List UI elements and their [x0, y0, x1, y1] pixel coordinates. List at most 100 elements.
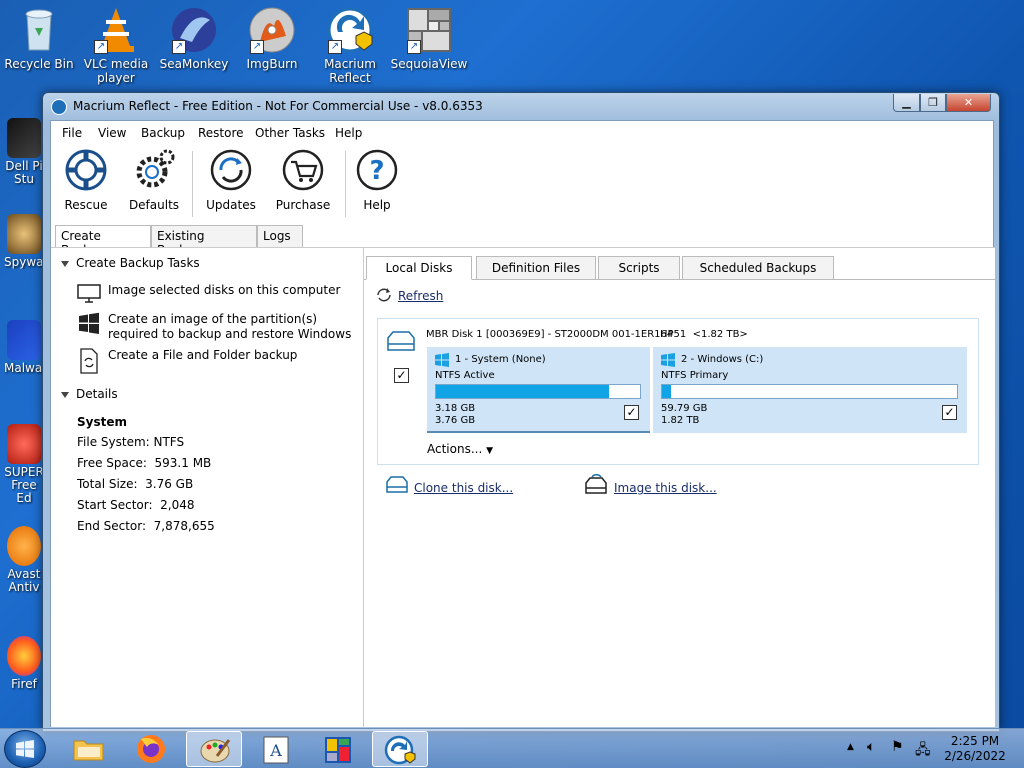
avast-icon	[7, 526, 41, 566]
maximize-button[interactable]: ❐	[920, 94, 946, 112]
tab-scheduled-backups[interactable]: Scheduled Backups	[682, 256, 834, 280]
tab-local-disks[interactable]: Local Disks	[366, 256, 472, 280]
image-disk-link[interactable]: Image this disk...	[614, 481, 717, 495]
refresh-icon[interactable]	[375, 286, 393, 304]
desktop-icon-label: Spywar	[4, 255, 44, 269]
desktop-icon-dell[interactable]: Dell Pi Stu	[4, 118, 44, 186]
actions-dropdown[interactable]: Actions... ▼	[427, 442, 493, 456]
shortcut-arrow-icon: ↗	[250, 40, 264, 54]
help-button[interactable]: ? Help	[347, 148, 407, 212]
disk-panel: ✓ MBR Disk 1 [000369E9] - ST2000DM 001-1…	[377, 318, 979, 465]
partition-checkbox[interactable]: ✓	[942, 405, 957, 420]
updates-button[interactable]: Updates	[201, 148, 261, 212]
partition-checkbox[interactable]: ✓	[624, 405, 639, 420]
detail-total-size: Total Size: 3.76 GB	[77, 477, 194, 491]
start-button[interactable]	[4, 730, 46, 768]
defaults-label: Defaults	[128, 198, 180, 212]
title-bar[interactable]: Macrium Reflect - Free Edition - Not For…	[43, 93, 999, 120]
taskbar-explorer[interactable]	[60, 731, 116, 767]
clone-disk-link[interactable]: Clone this disk...	[414, 481, 513, 495]
image-disk-icon	[585, 474, 607, 494]
detail-file-system: File System: NTFS	[77, 435, 185, 449]
desktop-icon-label: VLC media player	[83, 57, 149, 85]
desktop-icon-label: SeaMonkey	[159, 57, 229, 71]
taskbar-wordpad[interactable]: A	[248, 731, 304, 767]
rescue-label: Rescue	[64, 198, 108, 212]
folder-icon	[73, 740, 104, 761]
network-icon[interactable]: 🖧︎	[915, 739, 931, 763]
taskbar-firefox[interactable]	[123, 731, 179, 767]
windows-logo-icon	[435, 353, 449, 367]
task-file-folder-backup[interactable]: Create a File and Folder backup	[77, 348, 357, 374]
desktop-icon-imgburn[interactable]: ↗ ImgBurn	[233, 6, 311, 71]
task-label: Create an image of the partition(s) requ…	[108, 312, 352, 341]
detail-start-sector: Start Sector: 2,048	[77, 498, 195, 512]
show-hidden-icons-arrow[interactable]: ▲	[847, 742, 854, 752]
close-button[interactable]: ✕	[946, 94, 991, 112]
desktop-icon-label: Malwar	[4, 361, 44, 375]
paint-palette-icon	[200, 739, 231, 763]
hard-disk-icon	[387, 331, 415, 351]
desktop-icon-macrium[interactable]: ↗ Macrium Reflect	[311, 6, 389, 85]
desktop-icon-sequoiaview[interactable]: ↗ SequoiaView	[390, 6, 468, 71]
windows-orb-icon	[16, 740, 34, 758]
details-section-header[interactable]: Details	[61, 387, 118, 401]
desktop-icon-super[interactable]: SUPER Free Ed	[4, 424, 44, 505]
partition-type: NTFS Active	[435, 370, 495, 381]
task-image-windows-partitions[interactable]: Create an image of the partition(s) requ…	[77, 312, 367, 344]
desktop-icon-seamonkey[interactable]: ↗ SeaMonkey	[155, 6, 233, 71]
firefox-icon	[7, 636, 41, 676]
partition-system[interactable]: 1 - System (None) NTFS Active 3.18 GB 3.…	[427, 347, 650, 433]
vlc-cone-icon: ↗	[92, 6, 140, 54]
macrium-reflect-icon	[384, 735, 416, 765]
menu-file[interactable]: File	[62, 126, 82, 140]
system-tray: ▲ 🔈︎ ⚑ 🖧︎ 2:25 PM 2/26/2022	[840, 729, 1024, 768]
macrium-window: Macrium Reflect - Free Edition - Not For…	[42, 92, 1000, 732]
desktop-icon-firefox[interactable]: Firef	[4, 636, 44, 691]
clock[interactable]: 2:25 PM 2/26/2022	[940, 734, 1010, 764]
partition-used: 3.18 GB	[435, 403, 476, 414]
menu-help[interactable]: Help	[335, 126, 362, 140]
desktop-icon-vlc[interactable]: ↗ VLC media player	[77, 6, 155, 85]
wordpad-icon: A	[263, 736, 289, 764]
detail-free-space: Free Space: 593.1 MB	[77, 456, 212, 470]
desktop-icon-avast[interactable]: Avast Antiv	[4, 526, 44, 594]
partition-usage-bar	[435, 384, 641, 399]
minimize-button[interactable]: ▁	[893, 94, 920, 112]
partition-usage-bar	[661, 384, 958, 399]
malwarebytes-icon	[7, 320, 41, 360]
tab-existing-backups[interactable]: Existing Backups	[151, 225, 257, 257]
action-center-flag-icon[interactable]: ⚑	[891, 739, 904, 755]
desktop-icon-label: Recycle Bin	[4, 57, 74, 71]
menu-restore[interactable]: Restore	[198, 126, 244, 140]
updates-label: Updates	[206, 198, 256, 212]
partition-windows[interactable]: 2 - Windows (C:) NTFS Primary 59.79 GB 1…	[653, 347, 967, 433]
rescue-button[interactable]: Rescue	[56, 148, 116, 212]
desktop-icon-recycle-bin[interactable]: Recycle Bin	[0, 6, 78, 71]
desktop-icon-malware[interactable]: Malwar	[4, 320, 44, 375]
desktop-icon-label: SequoiaView	[390, 57, 468, 71]
menu-view[interactable]: View	[98, 126, 126, 140]
desktop-icon-spyware[interactable]: Spywar	[4, 214, 44, 269]
refresh-link[interactable]: Refresh	[398, 289, 443, 303]
taskbar-paint[interactable]	[186, 731, 242, 767]
tab-definition-files[interactable]: Definition Files	[476, 256, 596, 280]
task-image-selected-disks[interactable]: Image selected disks on this computer	[77, 283, 357, 303]
tasks-section-header[interactable]: Create Backup Tasks	[61, 256, 200, 270]
clock-time: 2:25 PM	[950, 734, 1000, 748]
disk-checkbox[interactable]: ✓	[394, 368, 409, 383]
menu-backup[interactable]: Backup	[141, 126, 185, 140]
spyware-icon	[7, 214, 41, 254]
tab-create-backups[interactable]: Create Backups	[55, 225, 151, 257]
taskbar-sequoiaview[interactable]	[311, 731, 367, 767]
tab-scripts[interactable]: Scripts	[598, 256, 680, 280]
defaults-button[interactable]: Defaults	[124, 148, 184, 212]
partition-name: 1 - System (None)	[455, 354, 546, 365]
menu-other-tasks[interactable]: Other Tasks	[255, 126, 325, 140]
volume-icon[interactable]: 🔈︎	[867, 739, 875, 755]
toolbar-separator	[345, 151, 346, 217]
purchase-button[interactable]: Purchase	[273, 148, 333, 212]
tab-logs[interactable]: Logs	[257, 225, 303, 247]
recycle-bin-icon	[15, 6, 63, 54]
taskbar-macrium[interactable]	[372, 731, 428, 767]
